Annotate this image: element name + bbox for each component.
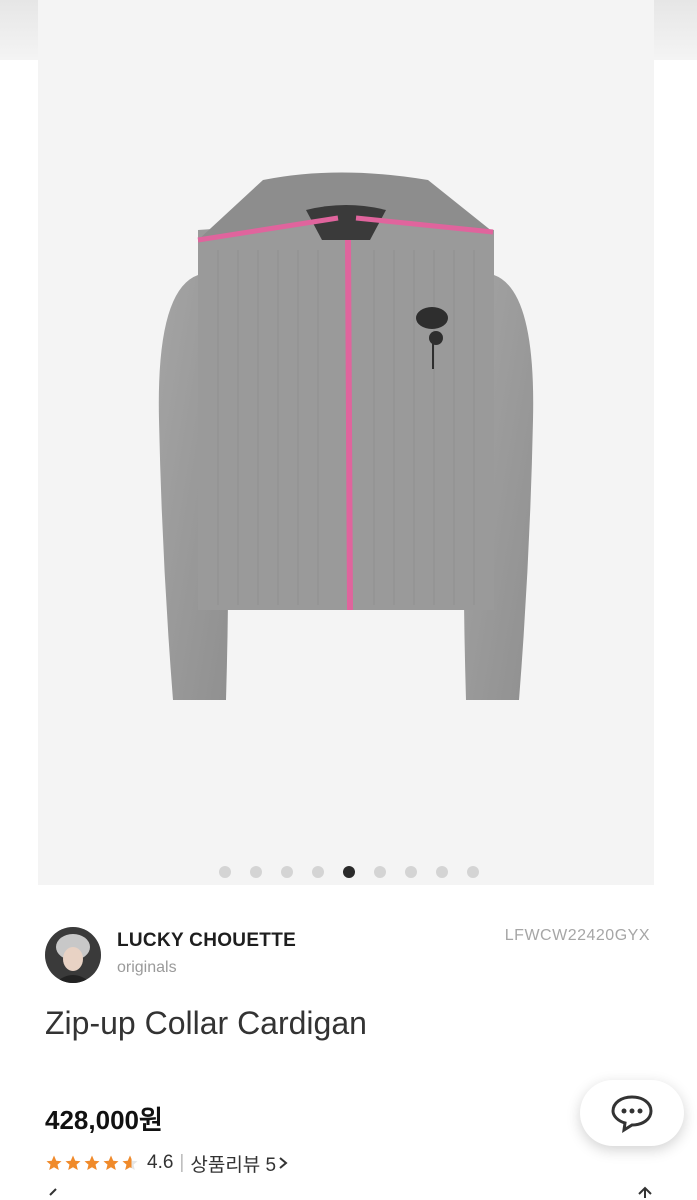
rating-value: 4.6 <box>147 1152 174 1173</box>
rating-separator: | <box>179 1152 185 1173</box>
pagination-dot[interactable] <box>218 866 231 878</box>
pagination-dot[interactable] <box>435 866 448 878</box>
pagination-dot-active[interactable] <box>342 866 355 878</box>
product-image <box>158 172 534 700</box>
star-icon <box>103 1155 119 1171</box>
share-icon[interactable] <box>634 1186 656 1200</box>
rating-stars <box>45 1154 139 1172</box>
chat-bubble-icon <box>611 1095 653 1133</box>
star-icon <box>46 1155 62 1171</box>
pagination-dot[interactable] <box>249 866 262 878</box>
pagination-dot[interactable] <box>404 866 417 878</box>
brand-avatar[interactable] <box>45 927 101 983</box>
product-image-gallery[interactable] <box>38 0 654 885</box>
pagination-dot[interactable] <box>466 866 479 878</box>
review-label: 상품리뷰 5 <box>190 1154 277 1176</box>
product-sku: LFWCW22420GYX <box>504 927 650 944</box>
product-title: Zip-up Collar Cardigan <box>45 1005 367 1041</box>
chevron-right-icon <box>279 1157 288 1169</box>
review-link[interactable]: 상품리뷰 5 <box>190 1150 290 1177</box>
star-icon <box>84 1155 100 1171</box>
star-icon <box>65 1155 81 1171</box>
pagination-dot[interactable] <box>311 866 324 878</box>
image-pagination[interactable] <box>0 866 697 880</box>
product-price: 428,000원 <box>45 1105 163 1135</box>
rating-row: 4.6 | 상품리뷰 5 <box>45 1150 290 1176</box>
half-star-icon <box>122 1155 138 1171</box>
pagination-dot[interactable] <box>280 866 293 878</box>
avatar-image <box>45 927 101 983</box>
chat-button[interactable] <box>580 1080 684 1146</box>
brand-subtitle: originals <box>117 959 177 976</box>
back-arrow-icon[interactable] <box>46 1188 60 1200</box>
brand-name[interactable]: LUCKY CHOUETTE <box>117 930 296 952</box>
pagination-dot[interactable] <box>373 866 386 878</box>
